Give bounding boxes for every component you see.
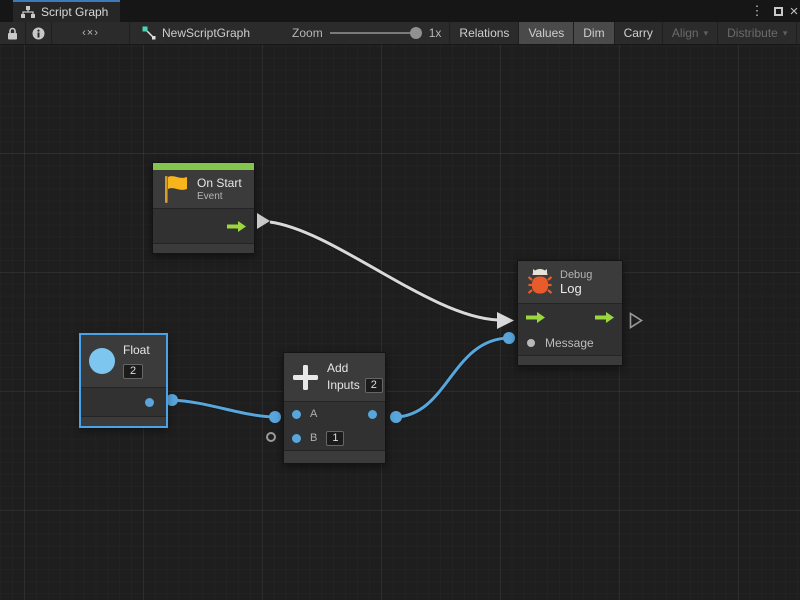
flow-input-port[interactable]	[526, 312, 545, 323]
zoom-slider-track[interactable]	[330, 32, 414, 34]
input-port-b[interactable]	[292, 434, 301, 443]
chevron-down-icon: ▾	[783, 28, 788, 39]
node-footer	[284, 450, 385, 463]
flow-connector-triangle-icon[interactable]	[257, 213, 270, 229]
maximize-icon[interactable]	[769, 0, 787, 22]
port-b-label: B	[310, 432, 317, 444]
zoom-label: Zoom	[292, 26, 323, 40]
node-float[interactable]: Float 2	[80, 334, 167, 427]
dim-button[interactable]: Dim	[574, 22, 614, 44]
close-icon[interactable]: ×	[787, 0, 800, 22]
values-button[interactable]: Values	[519, 22, 574, 44]
zoom-control: Zoom 1x	[262, 22, 450, 44]
relations-button[interactable]: Relations	[450, 22, 519, 44]
distribute-button[interactable]: Distribute▾	[718, 22, 797, 44]
wire-endpoint-dot[interactable]	[390, 411, 402, 423]
zoom-slider-handle[interactable]	[410, 27, 422, 39]
flow-output-port[interactable]	[595, 312, 614, 323]
value-output-port[interactable]	[145, 398, 154, 407]
graph-canvas[interactable]: On Start Event	[0, 45, 800, 600]
graph-toolbar: ‹×› NewScriptGraph Zoom 1x Relations Val…	[0, 22, 800, 45]
node-title: On Start	[197, 176, 242, 191]
wire-endpoint-dot[interactable]	[166, 394, 178, 406]
flow-output-port[interactable]	[227, 221, 246, 232]
node-on-start[interactable]: On Start Event	[152, 162, 255, 254]
flag-icon	[161, 174, 189, 204]
node-title: Add	[327, 361, 383, 376]
graph-name-label: NewScriptGraph	[162, 26, 250, 40]
inputs-count-stepper[interactable]: 2	[365, 378, 383, 393]
graph-hierarchy-icon	[21, 6, 35, 19]
wire-flow-arrowhead-icon	[497, 312, 514, 329]
node-title: Float	[123, 343, 150, 358]
port-a-label: A	[310, 408, 317, 420]
float-type-icon	[89, 348, 115, 374]
plus-icon	[292, 364, 319, 391]
node-subtitle: Event	[197, 191, 242, 203]
sum-output-port[interactable]	[368, 410, 377, 419]
node-footer	[153, 243, 254, 253]
carry-button[interactable]: Carry	[615, 22, 663, 44]
info-icon[interactable]	[26, 22, 52, 44]
graph-asset-icon	[142, 26, 156, 40]
tab-label: Script Graph	[41, 5, 108, 19]
align-button[interactable]: Align▾	[663, 22, 718, 44]
node-footer	[518, 355, 622, 365]
unconnected-port-circle-icon[interactable]	[266, 432, 276, 442]
event-color-bar	[153, 163, 254, 170]
zoom-slider[interactable]	[330, 26, 422, 40]
node-footer	[81, 416, 166, 426]
node-title: Log	[560, 281, 592, 296]
graph-name[interactable]: NewScriptGraph	[130, 22, 262, 44]
zoom-value: 1x	[429, 26, 442, 40]
port-b-value-input[interactable]: 1	[326, 431, 344, 446]
tab-bar: Script Graph ⋮ ×	[0, 0, 800, 22]
lock-icon[interactable]	[0, 22, 26, 44]
code-view-icon[interactable]: ‹×›	[52, 22, 130, 44]
message-input-port[interactable]	[527, 339, 535, 347]
input-port-a[interactable]	[292, 410, 301, 419]
node-subtitle: Inputs	[327, 378, 360, 393]
script-graph-window: Script Graph ⋮ × ‹×›	[0, 0, 800, 600]
wire-endpoint-dot[interactable]	[269, 411, 281, 423]
node-category: Debug	[560, 269, 592, 281]
wire-endpoint-dot[interactable]	[503, 332, 515, 344]
node-debug-log[interactable]: Debug Log	[517, 260, 623, 366]
wires-layer	[0, 45, 800, 600]
message-port-label: Message	[545, 336, 594, 350]
chevron-down-icon: ▾	[704, 28, 709, 39]
window-menu-icon[interactable]: ⋮	[749, 0, 765, 22]
bug-icon	[528, 267, 552, 297]
float-value-input[interactable]: 2	[123, 364, 143, 379]
node-add[interactable]: Add Inputs 2 A B 1	[283, 352, 386, 464]
tab-script-graph[interactable]: Script Graph	[13, 0, 120, 22]
wire-value-float-to-add-a[interactable]	[172, 400, 275, 417]
unconnected-flow-triangle-icon[interactable]	[629, 312, 643, 334]
